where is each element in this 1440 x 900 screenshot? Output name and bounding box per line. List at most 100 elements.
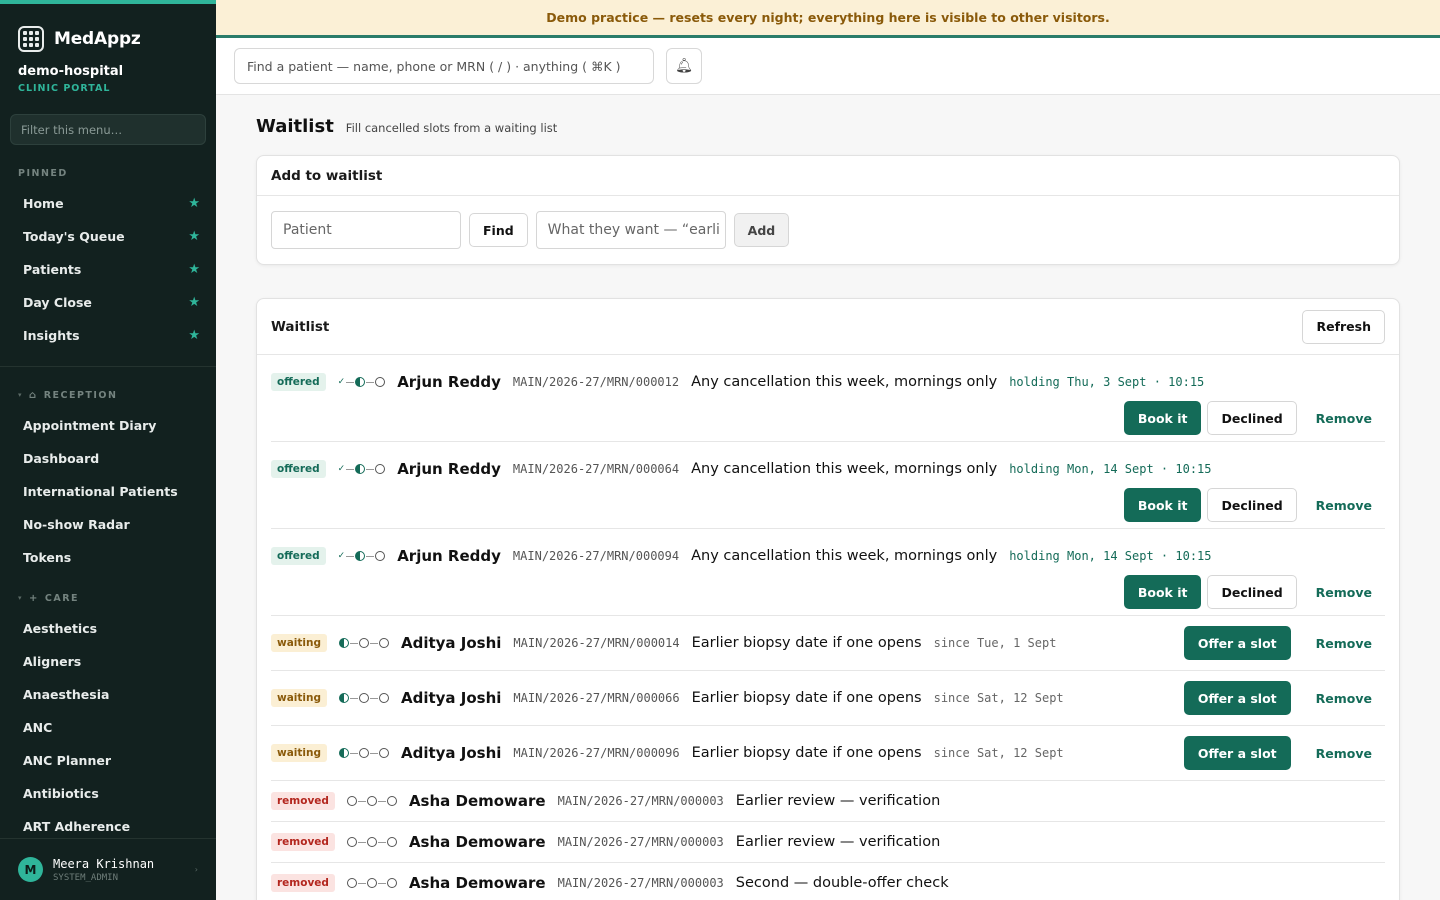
request-text: Any cancellation this week, mornings onl… (691, 548, 998, 564)
sidebar-item-label: Day Close (23, 295, 92, 310)
book-button[interactable]: Book it (1123, 401, 1202, 435)
star-icon[interactable]: ★ (188, 328, 200, 343)
want-field[interactable]: What they want — “earli (535, 211, 726, 249)
status-badge: waiting (271, 689, 327, 707)
section-care-label[interactable]: ▾ + CARE (0, 592, 216, 604)
book-button[interactable]: Book it (1123, 575, 1202, 609)
patient-search-input[interactable]: Find a patient — name, phone or MRN ( / … (234, 48, 654, 84)
offer-slot-button[interactable]: Offer a slot (1183, 626, 1291, 660)
chevron-right-icon: › (194, 865, 198, 874)
step-empty-icon (379, 748, 389, 758)
patient-name[interactable]: Aditya Joshi (401, 634, 501, 652)
add-button[interactable]: Add (733, 213, 790, 247)
sidebar-item[interactable]: Insights ★ (0, 319, 216, 352)
status-badge: removed (271, 833, 335, 851)
menu-filter-input[interactable]: Filter this menu… (10, 114, 206, 145)
sidebar-item[interactable]: Tokens (0, 541, 216, 574)
step-current-icon (339, 693, 349, 703)
patient-field[interactable]: Patient (271, 211, 461, 249)
sidebar-item[interactable]: Dashboard (0, 442, 216, 475)
request-text: Second — double-offer check (735, 875, 949, 891)
sidebar-item[interactable]: International Patients (0, 475, 216, 508)
section-pinned-label: PINNED (18, 167, 68, 179)
step-empty-icon (366, 878, 377, 888)
patient-name[interactable]: Asha Demoware (409, 792, 546, 810)
user-menu[interactable]: M Meera Krishnan SYSTEM_ADMIN › (0, 838, 216, 900)
patient-name[interactable]: Aditya Joshi (401, 744, 501, 762)
sidebar-item[interactable]: Aesthetics (0, 612, 216, 645)
sidebar-item-label: Tokens (23, 550, 72, 565)
mrn: MAIN/2026-27/MRN/000012 (512, 375, 680, 389)
mrn: MAIN/2026-27/MRN/000094 (512, 549, 680, 563)
sidebar-item[interactable]: Aligners (0, 645, 216, 678)
card-title: Add to waitlist (257, 156, 1399, 196)
declined-button[interactable]: Declined (1207, 488, 1297, 522)
user-name: Meera Krishnan (53, 856, 155, 871)
offer-slot-button[interactable]: Offer a slot (1183, 736, 1291, 770)
sidebar-item[interactable]: Today's Queue ★ (0, 220, 216, 253)
table-row: removed Asha Demoware MAIN/2026-27/MRN/000… (271, 781, 1385, 822)
sidebar-item[interactable]: Patients ★ (0, 253, 216, 286)
step-current-icon (339, 638, 349, 648)
remove-button[interactable]: Remove (1303, 736, 1385, 770)
sidebar-item[interactable]: ANC (0, 711, 216, 744)
row-main: removed Asha Demoware MAIN/2026-27/MRN/000… (271, 822, 1385, 862)
step-empty-icon (379, 638, 389, 648)
declined-button[interactable]: Declined (1207, 575, 1297, 609)
request-text: Earlier biopsy date if one opens (691, 690, 922, 706)
progress-steps: ✓ (338, 551, 386, 561)
step-empty-icon (359, 638, 369, 648)
brand-name: MedAppz (54, 28, 141, 49)
book-button[interactable]: Book it (1123, 488, 1202, 522)
declined-button[interactable]: Declined (1207, 401, 1297, 435)
sidebar-item[interactable]: ANC Planner (0, 744, 216, 777)
table-row: removed Asha Demoware MAIN/2026-27/MRN/000… (271, 863, 1385, 900)
row-main: offered ✓ Arjun Reddy MAIN/2026-27/MRN/0000… (271, 442, 1385, 488)
brand[interactable]: MedAppz (0, 4, 216, 58)
patient-name[interactable]: Asha Demoware (409, 874, 546, 892)
row-main: offered ✓ Arjun Reddy MAIN/2026-27/MRN/0000… (271, 355, 1385, 401)
patient-name[interactable]: Arjun Reddy (397, 373, 501, 391)
remove-button[interactable]: Remove (1303, 401, 1385, 435)
patient-name[interactable]: Aditya Joshi (401, 689, 501, 707)
remove-button[interactable]: Remove (1303, 575, 1385, 609)
patient-name[interactable]: Asha Demoware (409, 833, 546, 851)
topbar: Find a patient — name, phone or MRN ( / … (216, 38, 1440, 95)
sidebar-item[interactable]: No-show Radar (0, 508, 216, 541)
sidebar-item[interactable]: Home ★ (0, 187, 216, 220)
star-icon[interactable]: ★ (188, 196, 200, 211)
sidebar-item-label: International Patients (23, 484, 178, 499)
sidebar-item-label: Aesthetics (23, 621, 98, 636)
patient-name[interactable]: Arjun Reddy (397, 547, 501, 565)
find-button[interactable]: Find (469, 213, 528, 247)
step-empty-icon (379, 693, 389, 703)
remove-button[interactable]: Remove (1303, 681, 1385, 715)
sidebar-item[interactable]: Appointment Diary (0, 409, 216, 442)
chevron-down-icon: ▾ (18, 594, 24, 602)
reception-nav: Appointment Diary Dashboard International … (0, 409, 216, 574)
request-text: Earlier review — verification (735, 793, 941, 809)
remove-button[interactable]: Remove (1303, 626, 1385, 660)
request-text: Any cancellation this week, mornings onl… (691, 461, 998, 477)
since-date: since Sat, 12 Sept (933, 691, 1064, 705)
org-name: demo-hospital (18, 64, 124, 79)
star-icon[interactable]: ★ (188, 295, 200, 310)
sidebar-item-label: Home (23, 196, 64, 211)
sidebar-item-label: ART Adherence (23, 819, 131, 834)
request-text: Earlier biopsy date if one opens (691, 745, 922, 761)
offer-slot-button[interactable]: Offer a slot (1183, 681, 1291, 715)
sidebar-item[interactable]: Day Close ★ (0, 286, 216, 319)
refresh-button[interactable]: Refresh (1302, 309, 1385, 344)
since-date: since Tue, 1 Sept (933, 636, 1057, 650)
section-reception-label[interactable]: ▾ ⌂ RECEPTION (0, 389, 216, 401)
status-badge: offered (271, 460, 326, 478)
remove-button[interactable]: Remove (1303, 488, 1385, 522)
star-icon[interactable]: ★ (188, 229, 200, 244)
sidebar-item[interactable]: Anaesthesia (0, 678, 216, 711)
bell-icon[interactable]: 🔔︎ (666, 48, 702, 84)
sidebar-item[interactable]: Antibiotics (0, 777, 216, 810)
patient-name[interactable]: Arjun Reddy (397, 460, 501, 478)
star-icon[interactable]: ★ (188, 262, 200, 277)
org-block: demo-hospital CLINIC PORTAL (0, 58, 216, 94)
step-empty-icon (375, 377, 386, 387)
